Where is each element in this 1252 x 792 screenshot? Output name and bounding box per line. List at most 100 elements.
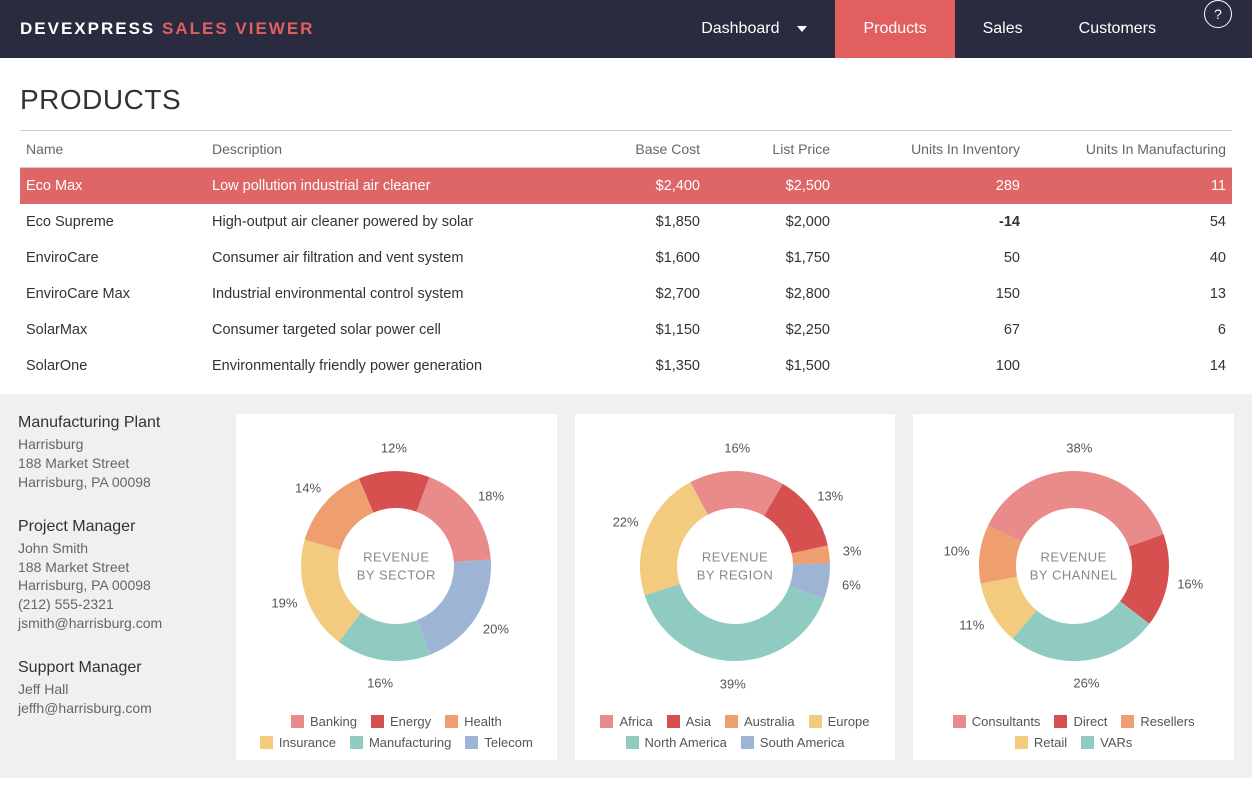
nav-customers-label: Customers (1079, 20, 1156, 38)
legend-swatch (626, 736, 639, 749)
sm-heading: Support Manager (18, 659, 218, 677)
legend-item[interactable]: Energy (371, 714, 431, 729)
cell-description: Consumer air filtration and vent system (206, 240, 596, 276)
donut-chart: 16%13%3%6%39%22%REVENUEBY REGION (595, 426, 875, 706)
donut-chart: 38%16%26%11%10%REVENUEBY CHANNEL (934, 426, 1214, 706)
legend-item[interactable]: Resellers (1121, 714, 1194, 729)
chevron-down-icon (797, 26, 807, 32)
chart-legend: Consultants Direct Resellers Retail VARs (925, 714, 1222, 750)
brand-logo: DEVEXPRESS SALES VIEWER (20, 19, 314, 39)
main-nav: Dashboard Products Sales Customers ? (673, 0, 1232, 58)
legend-item[interactable]: South America (741, 735, 845, 750)
legend-swatch (1081, 736, 1094, 749)
legend-item[interactable]: Telecom (465, 735, 532, 750)
table-row[interactable]: EnviroCare MaxIndustrial environmental c… (20, 276, 1232, 312)
slice-label: 13% (817, 489, 843, 504)
col-list-price[interactable]: List Price (706, 131, 836, 168)
legend-item[interactable]: Retail (1015, 735, 1067, 750)
cell-list_price: $1,750 (706, 240, 836, 276)
table-row[interactable]: EnviroCareConsumer air filtration and ve… (20, 240, 1232, 276)
table-row[interactable]: SolarOneEnvironmentally friendly power g… (20, 348, 1232, 384)
legend-label: Asia (686, 714, 711, 729)
cell-base_cost: $1,600 (596, 240, 706, 276)
table-row[interactable]: SolarMaxConsumer targeted solar power ce… (20, 312, 1232, 348)
cell-list_price: $2,250 (706, 312, 836, 348)
legend-swatch (260, 736, 273, 749)
cell-inventory: 150 (836, 276, 1026, 312)
legend-swatch (600, 715, 613, 728)
slice-label: 11% (959, 618, 984, 633)
table-row[interactable]: Eco MaxLow pollution industrial air clea… (20, 168, 1232, 205)
slice-label: 22% (613, 514, 639, 529)
legend-item[interactable]: Europe (809, 714, 870, 729)
legend-swatch (371, 715, 384, 728)
sm-info: Support Manager Jeff Halljeffh@harrisbur… (18, 659, 218, 718)
donut-slice[interactable] (645, 584, 825, 661)
legend-item[interactable]: Banking (291, 714, 357, 729)
legend-label: Europe (828, 714, 870, 729)
legend-swatch (1015, 736, 1028, 749)
cell-base_cost: $1,850 (596, 204, 706, 240)
cell-description: Consumer targeted solar power cell (206, 312, 596, 348)
legend-label: Resellers (1140, 714, 1194, 729)
cell-inventory: 67 (836, 312, 1026, 348)
chart-legend: Africa Asia Australia Europe North America So… (587, 714, 884, 750)
page-title: PRODUCTS (20, 84, 1232, 116)
col-base-cost[interactable]: Base Cost (596, 131, 706, 168)
slice-label: 10% (944, 544, 970, 559)
legend-label: Manufacturing (369, 735, 451, 750)
legend-swatch (445, 715, 458, 728)
cell-list_price: $2,800 (706, 276, 836, 312)
legend-item[interactable]: Manufacturing (350, 735, 451, 750)
chart-title: REVENUEBY SECTOR (357, 548, 436, 583)
info-line: jsmith@harrisburg.com (18, 614, 218, 633)
nav-products[interactable]: Products (835, 0, 954, 58)
legend-swatch (809, 715, 822, 728)
legend-item[interactable]: Africa (600, 714, 652, 729)
legend-swatch (1054, 715, 1067, 728)
cell-inventory: -14 (836, 204, 1026, 240)
nav-dashboard[interactable]: Dashboard (673, 0, 835, 58)
col-name[interactable]: Name (20, 131, 206, 168)
legend-item[interactable]: Health (445, 714, 502, 729)
nav-sales[interactable]: Sales (955, 0, 1051, 58)
col-inventory[interactable]: Units In Inventory (836, 131, 1026, 168)
brand-secondary: SALES VIEWER (162, 19, 314, 38)
legend-item[interactable]: Asia (667, 714, 711, 729)
legend-item[interactable]: North America (626, 735, 727, 750)
legend-label: South America (760, 735, 845, 750)
nav-dashboard-label: Dashboard (701, 20, 779, 38)
table-row[interactable]: Eco SupremeHigh-output air cleaner power… (20, 204, 1232, 240)
cell-manufacturing: 40 (1026, 240, 1232, 276)
slice-label: 12% (381, 441, 407, 456)
cell-manufacturing: 54 (1026, 204, 1232, 240)
cell-name: SolarMax (20, 312, 206, 348)
help-button[interactable]: ? (1204, 0, 1232, 28)
legend-item[interactable]: Consultants (953, 714, 1041, 729)
nav-customers[interactable]: Customers (1051, 0, 1184, 58)
legend-item[interactable]: Direct (1054, 714, 1107, 729)
legend-label: Health (464, 714, 502, 729)
cell-name: Eco Supreme (20, 204, 206, 240)
col-description[interactable]: Description (206, 131, 596, 168)
cell-name: Eco Max (20, 168, 206, 205)
slice-label: 6% (842, 578, 861, 593)
cell-name: EnviroCare (20, 240, 206, 276)
slice-label: 39% (720, 676, 746, 691)
pm-heading: Project Manager (18, 518, 218, 536)
cell-manufacturing: 13 (1026, 276, 1232, 312)
legend-item[interactable]: VARs (1081, 735, 1132, 750)
legend-label: VARs (1100, 735, 1132, 750)
legend-item[interactable]: Insurance (260, 735, 336, 750)
nav-sales-label: Sales (983, 20, 1023, 38)
slice-label: 20% (483, 622, 509, 637)
donut-slice[interactable] (988, 471, 1164, 547)
info-line: Harrisburg, PA 00098 (18, 576, 218, 595)
cell-name: EnviroCare Max (20, 276, 206, 312)
col-manufacturing[interactable]: Units In Manufacturing (1026, 131, 1232, 168)
slice-label: 16% (367, 675, 393, 690)
cell-list_price: $2,500 (706, 168, 836, 205)
legend-label: Australia (744, 714, 795, 729)
chart-card: 16%13%3%6%39%22%REVENUEBY REGIONAfricaAs… (575, 414, 896, 760)
legend-item[interactable]: Australia (725, 714, 795, 729)
